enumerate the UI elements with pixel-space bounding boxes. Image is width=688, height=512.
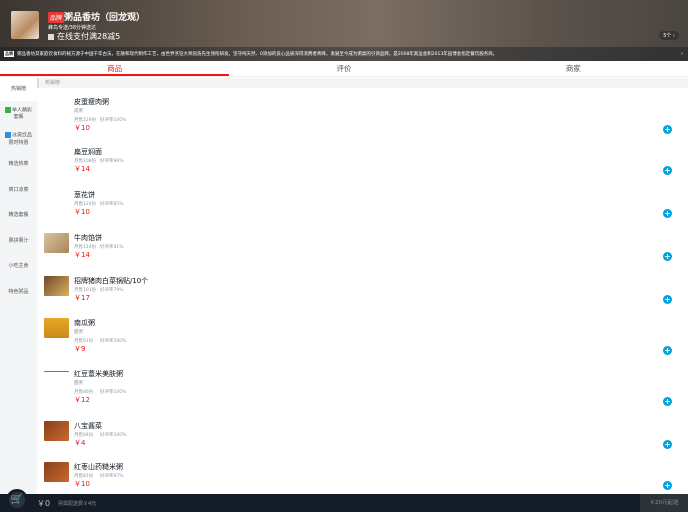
sidebar-item[interactable]: 冰爽饮品限时特惠 — [0, 127, 37, 153]
food-image — [44, 233, 69, 253]
food-rating: 好评率91% — [100, 245, 124, 250]
food-name: 南瓜粥 — [74, 319, 95, 327]
add-to-cart-button[interactable]: + — [663, 440, 672, 449]
sidebar-item-label: 小吃主食 — [8, 263, 29, 270]
add-to-cart-button[interactable]: + — [663, 252, 672, 261]
discount-icon — [48, 33, 54, 40]
sidebar-item-label: 单人精彩套餐 — [11, 107, 32, 120]
shop-name: 粥品香坊（回龙观） — [64, 13, 146, 23]
bulletin-bar[interactable]: 品牌 粥品香坊其家庭饮食料的秘方源于中国千年古法，在融和现代制作工艺，由世界烹饪… — [0, 47, 688, 61]
discount-tag-icon — [4, 132, 11, 138]
food-description: 甜粥 — [74, 381, 83, 386]
food-image — [44, 462, 69, 482]
delivery-fee: 另需配送费￥4元 — [58, 501, 97, 507]
brand-badge: 品牌 — [48, 12, 65, 23]
food-name: 牛肉馅饼 — [74, 234, 102, 242]
food-name: 招牌猪肉白菜锅贴/10个 — [74, 277, 149, 285]
sidebar-item[interactable]: 精选热菜 — [0, 152, 37, 178]
bulletin-badge: 品牌 — [4, 51, 14, 57]
shop-header: 品牌 粥品香坊（回龙观） 蜂鸟专送/38分钟送达 在线支付满28减5 5个 › … — [0, 0, 688, 61]
food-item[interactable]: 牛肉馅饼 月售114份 好评率91% ￥14 + — [44, 233, 684, 273]
food-name: 红枣山药糙米粥 — [74, 463, 123, 471]
cart-total: ￥0 — [37, 499, 51, 508]
food-price: ￥12 — [74, 396, 90, 404]
food-rating: 好评率85% — [100, 202, 124, 207]
food-item[interactable]: 红豆薏米美肤粥 甜粥 月售86份 好评率100% ￥12 + — [44, 369, 684, 409]
support-count-button[interactable]: 5个 › — [659, 31, 679, 40]
sidebar-item[interactable]: 果拼果汁 — [0, 229, 37, 255]
food-price: ￥9 — [74, 345, 86, 353]
add-to-cart-button[interactable]: + — [663, 209, 672, 218]
food-name: 葱花饼 — [74, 191, 95, 199]
sidebar-item[interactable]: 特色粥品 — [0, 280, 37, 306]
sidebar-item-label: 精选热菜 — [8, 161, 29, 168]
food-item[interactable]: 八宝酱菜 月售84份 好评率100% ￥4 + — [44, 421, 684, 461]
sidebar-item[interactable]: 精选套餐 — [0, 203, 37, 229]
food-description: 咸粥 — [74, 109, 83, 114]
food-price: ￥10 — [74, 208, 90, 216]
food-price: ￥10 — [74, 124, 90, 132]
food-item[interactable]: 皮蛋瘦肉粥 咸粥 月售229份 好评率100% ￥10 + — [44, 97, 684, 137]
food-image — [44, 421, 69, 441]
food-price: ￥4 — [74, 439, 86, 447]
add-to-cart-button[interactable]: + — [663, 397, 672, 406]
food-rating: 好评率100% — [100, 339, 127, 344]
bulletin-text: 粥品香坊其家庭饮食料的秘方源于中国千年古法，在融和现代制作工艺，由世界烹饪大师屈… — [17, 52, 498, 57]
sidebar-item-label: 冰爽饮品限时特惠 — [8, 132, 32, 146]
food-rating: 好评率100% — [100, 433, 127, 438]
support-info: 在线支付满28减5 — [48, 31, 120, 42]
support-text: 在线支付满28减5 — [57, 32, 121, 41]
food-item[interactable]: 扁豆焖面 月售108份 好评率96% ￥14 + — [44, 147, 684, 187]
food-item[interactable]: 南瓜粥 甜粥 月售91份 好评率100% ￥9 + — [44, 318, 684, 358]
sidebar-item-label: 热销榜 — [10, 85, 26, 92]
tab-bar: 商品 评价 商家 — [0, 61, 688, 77]
food-rating: 好评率97% — [100, 474, 124, 479]
add-to-cart-button[interactable]: + — [663, 295, 672, 304]
food-name: 皮蛋瘦肉粥 — [74, 98, 109, 106]
food-name: 红豆薏米美肤粥 — [74, 370, 123, 378]
cart-icon[interactable]: 🛒 — [6, 489, 28, 511]
category-title: 热销榜 — [37, 78, 688, 88]
sidebar-item[interactable]: 单人精彩套餐 — [0, 101, 37, 127]
food-name: 八宝酱菜 — [74, 422, 102, 430]
food-price: ￥14 — [74, 251, 90, 259]
food-image — [44, 371, 69, 372]
food-image — [44, 318, 69, 338]
food-item[interactable]: 葱花饼 月售124份 好评率85% ￥10 + — [44, 190, 684, 230]
food-description: 甜粥 — [74, 330, 83, 335]
food-image — [44, 276, 69, 296]
tab-ratings[interactable]: 评价 — [229, 61, 458, 76]
food-rating: 好评率96% — [100, 159, 124, 164]
sidebar-item[interactable]: 热销榜 — [0, 77, 37, 101]
sidebar-item[interactable]: 爽口凉菜 — [0, 178, 37, 204]
sidebar-item-label: 果拼果汁 — [8, 237, 29, 244]
sidebar-item-label: 爽口凉菜 — [8, 186, 29, 193]
food-rating: 好评率100% — [100, 118, 127, 123]
food-price: ￥14 — [74, 165, 90, 173]
tab-seller[interactable]: 商家 — [459, 61, 688, 76]
sidebar-item-label: 特色粥品 — [8, 288, 29, 295]
sidebar-item[interactable]: 小吃主食 — [0, 254, 37, 280]
add-to-cart-button[interactable]: + — [663, 346, 672, 355]
food-price: ￥10 — [74, 480, 90, 488]
tab-goods[interactable]: 商品 — [0, 61, 230, 76]
add-to-cart-button[interactable]: + — [663, 481, 672, 490]
sidebar-item-label: 精选套餐 — [8, 212, 29, 219]
add-to-cart-button[interactable]: + — [663, 166, 672, 175]
food-rating: 好评率100% — [100, 390, 127, 395]
special-tag-icon — [4, 106, 11, 113]
shopcart-bar: 🛒 ￥0 另需配送费￥4元 ￥20元起送 — [0, 489, 688, 512]
shop-avatar — [11, 11, 39, 39]
food-name: 扁豆焖面 — [74, 148, 102, 156]
shop-description: 蜂鸟专送/38分钟送达 — [48, 25, 97, 31]
category-sidebar: 热销榜 单人精彩套餐 冰爽饮品限时特惠 精选热菜 爽口凉菜 精选套餐 果拼果汁 … — [0, 77, 37, 494]
chevron-right-icon: › — [681, 51, 683, 57]
food-rating: 好评率79% — [100, 288, 124, 293]
food-item[interactable]: 招牌猪肉白菜锅贴/10个 月售101份 好评率79% ￥17 + — [44, 276, 684, 316]
food-price: ￥17 — [74, 294, 90, 302]
add-to-cart-button[interactable]: + — [663, 125, 672, 134]
checkout-button[interactable]: ￥20元起送 — [640, 494, 688, 512]
